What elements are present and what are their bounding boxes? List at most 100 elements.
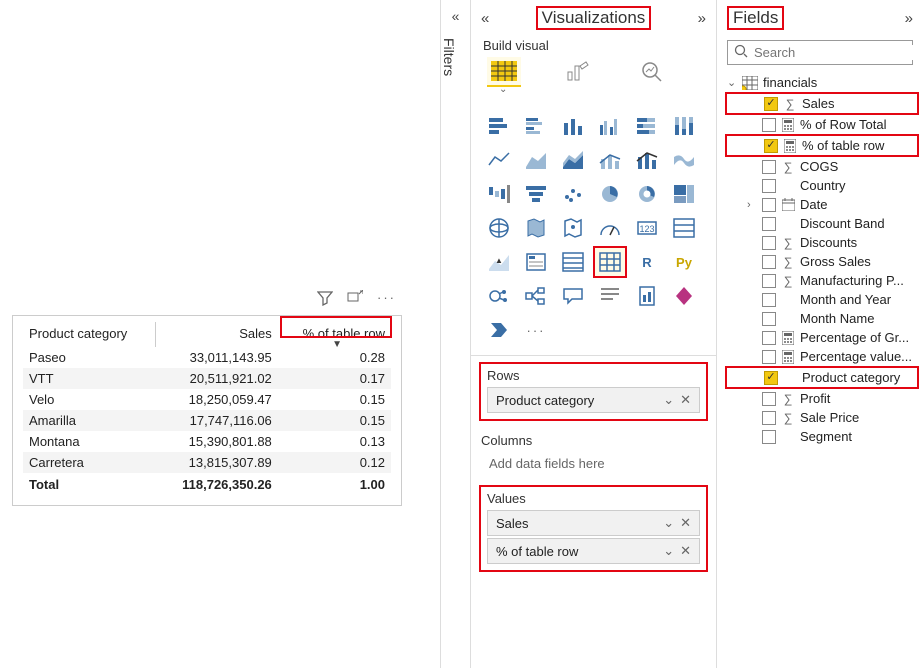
viz-type-py[interactable]: Py — [668, 247, 700, 277]
viz-type-slicer[interactable] — [520, 247, 552, 277]
chevron-left-icon[interactable]: « — [481, 10, 489, 27]
more-options-icon[interactable]: ··· — [377, 290, 396, 309]
viz-type-scatter[interactable] — [557, 179, 589, 209]
chevron-down-icon[interactable]: ⌄ — [663, 543, 674, 559]
viz-type-filled-map[interactable] — [520, 213, 552, 243]
viz-type-key-influencers[interactable] — [483, 281, 515, 311]
table-row[interactable]: Paseo33,011,143.950.28 — [23, 347, 391, 368]
format-visual-tab[interactable] — [561, 57, 595, 87]
viz-type-pie[interactable] — [594, 179, 626, 209]
viz-type-stacked-area[interactable] — [557, 145, 589, 175]
field-checkbox[interactable] — [762, 255, 776, 269]
chevron-right-icon[interactable]: » — [905, 10, 913, 27]
field-item[interactable]: ∑Sale Price — [725, 408, 919, 427]
viz-type-clustered-column-100[interactable] — [668, 111, 700, 141]
field-checkbox[interactable] — [762, 198, 776, 212]
field-item[interactable]: Percentage of Gr... — [725, 328, 919, 347]
field-checkbox[interactable] — [762, 160, 776, 174]
field-item[interactable]: Country — [725, 176, 919, 195]
viz-type-line-stacked[interactable] — [631, 145, 663, 175]
field-checkbox[interactable] — [762, 236, 776, 250]
field-item[interactable]: ∑Profit — [725, 389, 919, 408]
field-item[interactable]: ✓Product category — [725, 366, 919, 389]
field-checkbox[interactable] — [762, 274, 776, 288]
field-checkbox[interactable]: ✓ — [764, 97, 778, 111]
table-row[interactable]: Montana15,390,801.880.13 — [23, 431, 391, 452]
field-item[interactable]: ∑Manufacturing P... — [725, 271, 919, 290]
chevron-down-icon[interactable]: ⌄ — [663, 515, 674, 531]
viz-type-donut[interactable] — [631, 179, 663, 209]
fields-search[interactable] — [727, 40, 913, 65]
expand-icon[interactable]: ⌄ — [727, 76, 737, 89]
remove-icon[interactable]: ✕ — [680, 543, 691, 559]
field-item[interactable]: ✓∑Sales — [725, 92, 919, 115]
field-checkbox[interactable] — [762, 118, 776, 132]
field-checkbox[interactable]: ✓ — [764, 139, 778, 153]
filter-icon[interactable] — [317, 290, 333, 309]
table-row[interactable]: Velo18,250,059.470.15 — [23, 389, 391, 410]
field-checkbox[interactable] — [762, 312, 776, 326]
viz-type-power-apps[interactable] — [668, 281, 700, 311]
field-item[interactable]: ›Date — [725, 195, 919, 214]
chevron-right-icon[interactable]: » — [698, 10, 706, 27]
values-well-item[interactable]: % of table row ⌄✕ — [487, 538, 700, 564]
remove-icon[interactable]: ✕ — [680, 392, 691, 408]
viz-type-more[interactable]: ··· — [520, 315, 552, 345]
viz-type-kpi[interactable]: ▲ — [483, 247, 515, 277]
table-node[interactable]: ⌄ financials — [725, 73, 919, 92]
field-checkbox[interactable] — [762, 411, 776, 425]
viz-type-azure-map[interactable] — [557, 213, 589, 243]
matrix-visual[interactable]: Product category Sales % of table row Pa… — [12, 315, 402, 506]
expand-icon[interactable]: › — [747, 199, 757, 211]
field-checkbox[interactable] — [762, 392, 776, 406]
viz-type-waterfall[interactable] — [483, 179, 515, 209]
viz-type-r[interactable]: R — [631, 247, 663, 277]
columns-well-placeholder[interactable]: Add data fields here — [481, 452, 706, 475]
fields-search-input[interactable] — [754, 45, 923, 60]
viz-type-power-automate[interactable] — [483, 315, 515, 345]
field-item[interactable]: ∑Discounts — [725, 233, 919, 252]
viz-type-clustered-column[interactable] — [594, 111, 626, 141]
viz-type-card[interactable]: 123 — [631, 213, 663, 243]
field-item[interactable]: % of Row Total — [725, 115, 919, 134]
table-row[interactable]: Carretera13,815,307.890.12 — [23, 452, 391, 473]
field-checkbox[interactable] — [762, 430, 776, 444]
table-row[interactable]: Amarilla17,747,116.060.15 — [23, 410, 391, 431]
viz-type-stacked-column[interactable] — [557, 111, 589, 141]
viz-type-clustered-bar[interactable] — [520, 111, 552, 141]
field-checkbox[interactable] — [762, 350, 776, 364]
field-item[interactable]: Percentage value... — [725, 347, 919, 366]
filters-pane-collapsed[interactable]: « Filters — [440, 0, 470, 668]
remove-icon[interactable]: ✕ — [680, 515, 691, 531]
viz-type-map[interactable] — [483, 213, 515, 243]
field-checkbox[interactable] — [762, 331, 776, 345]
field-checkbox[interactable] — [762, 293, 776, 307]
rows-well-item[interactable]: Product category ⌄✕ — [487, 387, 700, 413]
field-checkbox[interactable]: ✓ — [764, 371, 778, 385]
field-checkbox[interactable] — [762, 217, 776, 231]
viz-type-funnel[interactable] — [520, 179, 552, 209]
field-checkbox[interactable] — [762, 179, 776, 193]
table-row[interactable]: VTT20,511,921.020.17 — [23, 368, 391, 389]
field-item[interactable]: Discount Band — [725, 214, 919, 233]
viz-type-stacked-bar[interactable] — [483, 111, 515, 141]
field-item[interactable]: Month Name — [725, 309, 919, 328]
viz-type-line-clustered[interactable] — [594, 145, 626, 175]
field-item[interactable]: ∑Gross Sales — [725, 252, 919, 271]
viz-type-decomp[interactable] — [520, 281, 552, 311]
focus-mode-icon[interactable] — [347, 290, 363, 309]
viz-type-paginated[interactable] — [631, 281, 663, 311]
analytics-tab[interactable] — [635, 57, 669, 87]
viz-type-table[interactable] — [557, 247, 589, 277]
viz-type-line[interactable] — [483, 145, 515, 175]
viz-type-treemap[interactable] — [668, 179, 700, 209]
build-visual-tab[interactable] — [487, 57, 521, 87]
col-header-category[interactable]: Product category — [23, 322, 156, 347]
viz-type-multi-row[interactable] — [668, 213, 700, 243]
chevron-left-icon[interactable]: « — [441, 8, 470, 24]
viz-type-gauge[interactable] — [594, 213, 626, 243]
viz-type-ribbon[interactable] — [668, 145, 700, 175]
viz-type-narrative[interactable] — [594, 281, 626, 311]
viz-type-area[interactable] — [520, 145, 552, 175]
field-item[interactable]: Segment — [725, 427, 919, 446]
